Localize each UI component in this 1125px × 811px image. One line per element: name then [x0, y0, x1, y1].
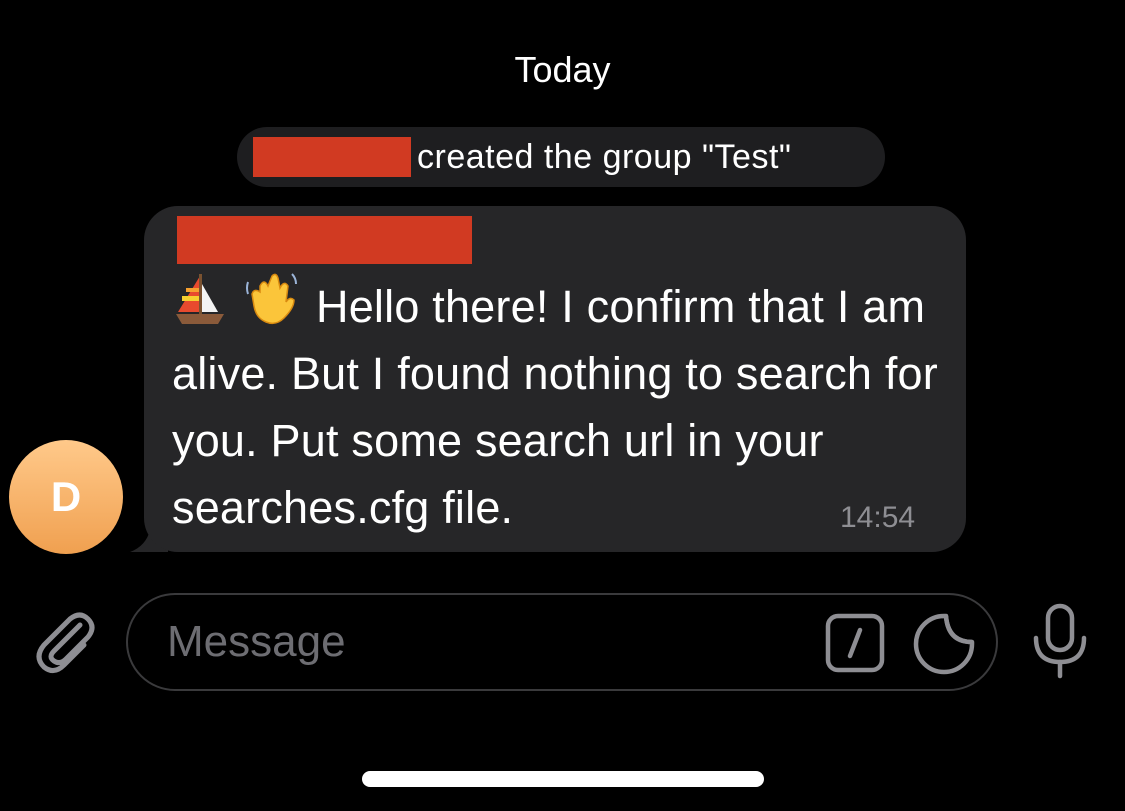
service-message: created the group "Test"	[237, 127, 885, 187]
redacted-sender-name	[177, 216, 472, 264]
home-indicator[interactable]	[362, 771, 764, 787]
date-header: Today	[514, 49, 611, 90]
redacted-username	[253, 137, 411, 177]
message-time: 14:54	[840, 501, 916, 534]
avatar-initial: D	[50, 473, 82, 520]
slash-command-icon[interactable]	[824, 612, 886, 674]
message-placeholder: Message	[167, 617, 346, 666]
service-message-text: created the group "Test"	[417, 138, 792, 176]
sailboat-icon	[176, 274, 224, 324]
chat-screen: Today created the group "Test" Hello the…	[0, 0, 1125, 811]
avatar[interactable]: D	[9, 440, 123, 554]
message-body: Hello there! I confirm that I am alive. …	[172, 268, 952, 541]
microphone-icon[interactable]	[1026, 602, 1094, 680]
sticker-icon[interactable]	[912, 612, 976, 676]
paperclip-icon[interactable]	[30, 605, 102, 677]
waving-hand-icon	[246, 273, 297, 325]
